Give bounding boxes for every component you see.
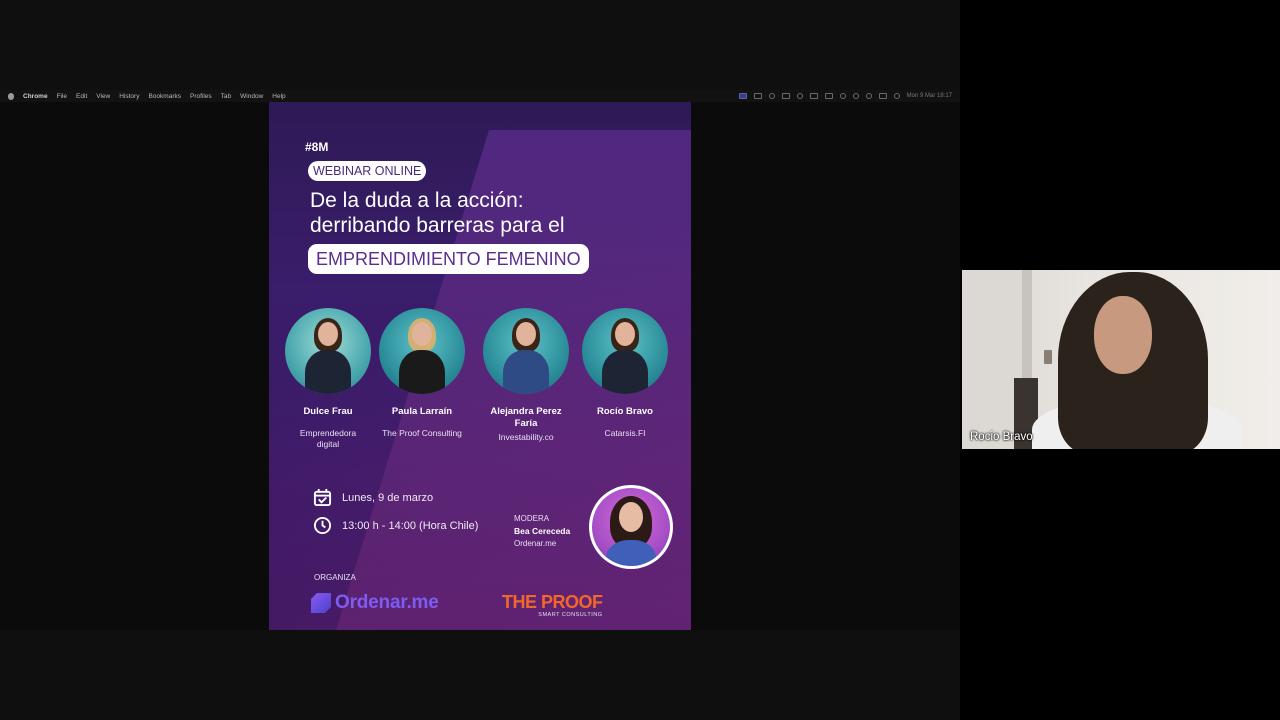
the-proof-logo-sub: SMART CONSULTING <box>538 612 603 618</box>
ordenar-logo-text: Ordenar.me <box>335 592 439 613</box>
light-switch <box>1044 350 1052 364</box>
menu-profiles[interactable]: Profiles <box>190 93 212 100</box>
menu-window[interactable]: Window <box>240 93 263 100</box>
speaker-card: Paula Larraín The Proof Consulting <box>367 308 477 439</box>
search-icon[interactable] <box>865 93 872 99</box>
the-proof-logo: THE PROOF SMART CONSULTING <box>502 592 603 618</box>
menu-help[interactable]: Help <box>272 93 285 100</box>
the-proof-logo-text: THE PROOF <box>502 592 603 612</box>
participant-name-label: Rocio Bravo <box>970 431 1033 443</box>
status-area: Mon 9 Mar 18:17 <box>738 90 952 102</box>
menu-bookmarks[interactable]: Bookmarks <box>148 93 181 100</box>
hashtag: #8M <box>305 140 329 154</box>
menu-file[interactable]: File <box>57 93 67 100</box>
user-icon[interactable] <box>852 93 859 99</box>
speaker-photo <box>379 308 465 394</box>
sync-icon[interactable] <box>768 93 775 99</box>
menu-chrome[interactable]: Chrome <box>23 93 48 100</box>
webinar-poster: #8M WEBINAR ONLINE De la duda a la acció… <box>269 102 691 630</box>
battery-icon[interactable] <box>824 93 833 99</box>
menu-tab[interactable]: Tab <box>221 93 231 100</box>
shared-screen: Chrome File Edit View History Bookmarks … <box>0 0 960 720</box>
menu-view[interactable]: View <box>96 93 110 100</box>
speaker-photo <box>483 308 569 394</box>
speaker-org: Investability.co <box>498 432 554 442</box>
speaker-name: Paula Larraín <box>391 406 453 417</box>
clock-icon <box>313 516 332 535</box>
calendar-icon <box>313 488 332 507</box>
apple-icon[interactable] <box>8 92 14 100</box>
menu-edit[interactable]: Edit <box>76 93 87 100</box>
event-date: Lunes, 9 de marzo <box>342 491 434 504</box>
speaker-photo <box>285 308 371 394</box>
screen-share-icon[interactable] <box>738 93 747 99</box>
speaker-card: Alejandra Perez Faría Investability.co <box>471 308 581 443</box>
volume-icon[interactable] <box>809 93 818 99</box>
display-icon[interactable] <box>753 93 762 99</box>
participant-face <box>1094 296 1152 374</box>
moderator-block: MODERA Bea Cereceda Ordenar.me <box>514 514 570 548</box>
speaker-photo <box>582 308 668 394</box>
moderator-label: MODERA <box>514 514 550 523</box>
speaker-name: Rocío Bravo <box>597 406 653 417</box>
wifi-icon[interactable] <box>839 93 846 99</box>
airplay-icon[interactable] <box>781 93 790 99</box>
speaker-org: The Proof Consulting <box>382 428 462 438</box>
speaker-org: Catarsis.FI <box>604 428 646 438</box>
headline-line-2: derribando barreras para el <box>310 214 565 237</box>
mac-menubar: Chrome File Edit View History Bookmarks … <box>0 90 960 102</box>
date-row: Lunes, 9 de marzo <box>313 488 433 507</box>
moderator-photo <box>589 485 673 569</box>
time-row: 13:00 h - 14:00 (Hora Chile) <box>313 516 478 535</box>
menubar-clock: Mon 9 Mar 18:17 <box>906 93 952 99</box>
menu-history[interactable]: History <box>119 93 139 100</box>
control-center-icon[interactable] <box>878 93 887 99</box>
headline-highlight: EMPRENDIMIENTO FEMENINO <box>308 244 589 274</box>
ordenar-logo: Ordenar.me <box>311 592 439 614</box>
speaker-name: Alejandra Perez Faría <box>490 406 562 429</box>
speaker-card: Rocío Bravo Catarsis.FI <box>570 308 680 439</box>
headline-line-1: De la duda a la acción: <box>310 189 524 212</box>
organiza-label: ORGANIZA <box>314 573 356 582</box>
moderator-name: Bea Cereceda <box>514 526 571 536</box>
participant-video-tile[interactable]: Rocio Bravo <box>962 270 1280 449</box>
webinar-tag: WEBINAR ONLINE <box>308 161 427 181</box>
bluetooth-icon[interactable] <box>796 93 803 99</box>
siri-icon[interactable] <box>893 93 900 99</box>
moderator-org: Ordenar.me <box>514 539 557 548</box>
ordenar-mark-icon <box>311 593 331 613</box>
event-time: 13:00 h - 14:00 (Hora Chile) <box>342 519 479 532</box>
